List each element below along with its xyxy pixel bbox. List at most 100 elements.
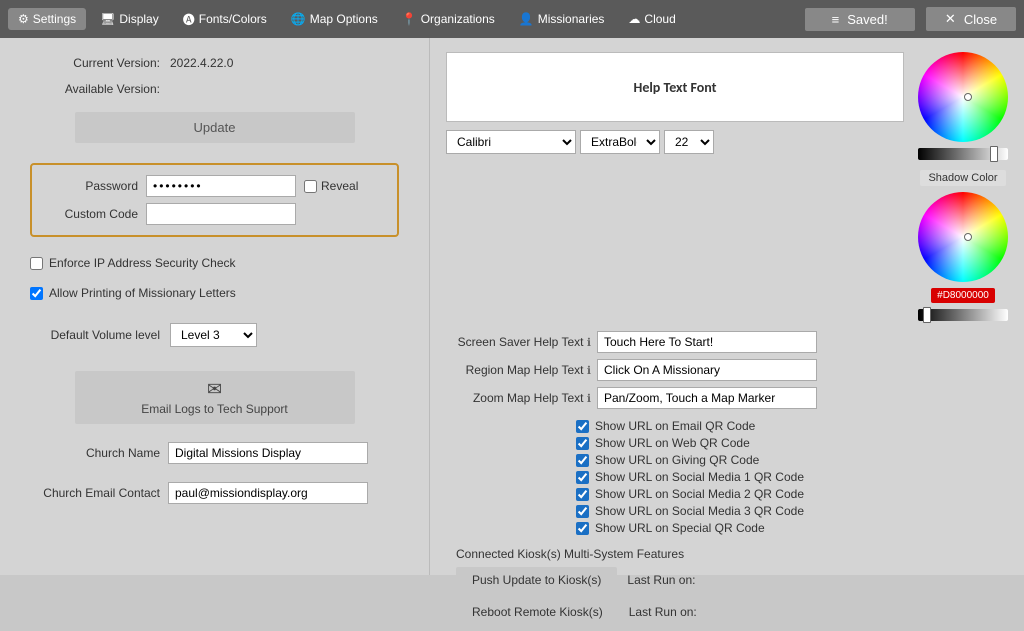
font-controls: Arial Calibri Times New Roman Verdana Re… — [446, 130, 904, 154]
qr-checkbox-3[interactable] — [576, 471, 589, 484]
update-button[interactable]: Update — [75, 112, 355, 143]
font-name-select[interactable]: Arial Calibri Times New Roman Verdana — [446, 130, 576, 154]
close-button[interactable]: ✕ Close — [926, 7, 1016, 31]
help-fields-section: Screen Saver Help Text ℹ Region Map Help… — [446, 331, 1008, 409]
current-version-label: Current Version: — [30, 56, 160, 70]
nav-settings[interactable]: ⚙ Settings — [8, 8, 86, 30]
zoom-map-info-icon: ℹ — [587, 393, 591, 405]
email-logs-button[interactable]: ✉ Email Logs to Tech Support — [75, 371, 355, 424]
screen-saver-label: Screen Saver Help Text ℹ — [446, 335, 591, 349]
reveal-checkbox[interactable] — [304, 180, 317, 193]
shadow-thumb — [923, 307, 931, 323]
push-last-run-label: Last Run on: — [627, 573, 695, 587]
password-input[interactable] — [146, 175, 296, 197]
hex-value-display: #D8000000 — [931, 288, 995, 303]
qr-checkbox-row-4: Show URL on Social Media 2 QR Code — [576, 487, 1008, 501]
right-panel: Help Text Font Arial Calibri Times New R… — [430, 38, 1024, 575]
help-text-section: Help Text Font Arial Calibri Times New R… — [446, 52, 1008, 321]
settings-icon: ⚙ — [18, 12, 29, 26]
fonts-icon: 🅐 — [183, 11, 195, 28]
allow-print-checkbox[interactable] — [30, 287, 43, 300]
left-panel: Current Version: 2022.4.22.0 Available V… — [0, 38, 430, 575]
email-icon: ✉ — [207, 379, 222, 400]
map-icon: 🌐 — [291, 12, 306, 26]
reboot-kiosk-button[interactable]: Reboot Remote Kiosk(s) — [456, 599, 619, 625]
close-icon: ✕ — [945, 11, 956, 27]
allow-print-row: Allow Printing of Missionary Letters — [30, 286, 399, 300]
enforce-ip-row: Enforce IP Address Security Check — [30, 256, 399, 270]
color-section: Shadow Color #D8000000 — [918, 52, 1008, 321]
help-text-preview: Help Text Font — [446, 52, 904, 122]
qr-checkbox-row-2: Show URL on Giving QR Code — [576, 453, 1008, 467]
saved-indicator: ≡ Saved! — [805, 8, 915, 31]
nav-organizations[interactable]: 📍 Organizations — [392, 8, 505, 30]
enforce-ip-label: Enforce IP Address Security Check — [49, 256, 236, 270]
nav-cloud[interactable]: ☁ Cloud — [618, 8, 685, 30]
color-wheel-dot — [964, 93, 972, 101]
church-email-row: Church Email Contact — [30, 482, 399, 504]
church-name-input[interactable] — [168, 442, 368, 464]
qr-checkbox-0[interactable] — [576, 420, 589, 433]
nav-map-options[interactable]: 🌐 Map Options — [281, 8, 388, 30]
volume-label: Default Volume level — [30, 328, 160, 342]
zoom-map-input[interactable] — [597, 387, 817, 409]
missionaries-icon: 👤 — [519, 12, 534, 26]
qr-checkbox-5[interactable] — [576, 505, 589, 518]
region-map-input[interactable] — [597, 359, 817, 381]
custom-code-label: Custom Code — [48, 207, 138, 221]
screen-saver-row: Screen Saver Help Text ℹ — [446, 331, 1008, 353]
shadow-brightness-slider[interactable] — [918, 309, 1008, 321]
push-update-row: Push Update to Kiosk(s) Last Run on: — [456, 567, 1008, 593]
available-version-label: Available Version: — [30, 82, 160, 96]
qr-checkbox-label-5: Show URL on Social Media 3 QR Code — [595, 504, 804, 518]
font-style-select[interactable]: Regular Bold ExtraBold Italic — [580, 130, 660, 154]
qr-checkboxes: Show URL on Email QR CodeShow URL on Web… — [576, 419, 1008, 535]
kiosk-title: Connected Kiosk(s) Multi-System Features — [456, 547, 1008, 561]
color-brightness-slider[interactable] — [918, 148, 1008, 160]
shadow-wheel-dot — [964, 233, 972, 241]
password-row: Password Reveal — [48, 175, 381, 197]
slider-thumb — [990, 146, 998, 162]
screen-saver-info-icon: ℹ — [587, 337, 591, 349]
push-update-button[interactable]: Push Update to Kiosk(s) — [456, 567, 617, 593]
save-lines-icon: ≡ — [832, 12, 840, 27]
font-size-select[interactable]: 16 18 20 22 24 — [664, 130, 714, 154]
topbar: ⚙ Settings 🖥 Display 🅐 Fonts/Colors 🌐 Ma… — [0, 0, 1024, 38]
color-wheel-primary[interactable] — [918, 52, 1008, 142]
enforce-ip-checkbox[interactable] — [30, 257, 43, 270]
qr-checkbox-label-4: Show URL on Social Media 2 QR Code — [595, 487, 804, 501]
qr-checkbox-1[interactable] — [576, 437, 589, 450]
church-name-label: Church Name — [30, 446, 160, 460]
qr-checkbox-row-0: Show URL on Email QR Code — [576, 419, 1008, 433]
region-map-row: Region Map Help Text ℹ — [446, 359, 1008, 381]
qr-checkbox-4[interactable] — [576, 488, 589, 501]
zoom-map-row: Zoom Map Help Text ℹ — [446, 387, 1008, 409]
nav-fonts-colors[interactable]: 🅐 Fonts/Colors — [173, 7, 277, 32]
password-box: Password Reveal Custom Code — [30, 163, 399, 237]
custom-code-input[interactable] — [146, 203, 296, 225]
church-email-label: Church Email Contact — [30, 486, 160, 500]
volume-select[interactable]: Level 1 Level 2 Level 3 Level 4 Level 5 — [170, 323, 257, 347]
church-name-row: Church Name — [30, 442, 399, 464]
color-wheel-shadow[interactable] — [918, 192, 1008, 282]
church-email-input[interactable] — [168, 482, 368, 504]
available-version-row: Available Version: — [30, 82, 399, 96]
screen-saver-input[interactable] — [597, 331, 817, 353]
nav-missionaries[interactable]: 👤 Missionaries — [509, 8, 615, 30]
region-map-label: Region Map Help Text ℹ — [446, 363, 591, 377]
display-icon: 🖥 — [100, 12, 115, 26]
custom-code-row: Custom Code — [48, 203, 381, 225]
qr-checkbox-6[interactable] — [576, 522, 589, 535]
reveal-row: Reveal — [304, 179, 358, 193]
reboot-last-run-label: Last Run on: — [629, 605, 697, 619]
reboot-kiosk-row: Reboot Remote Kiosk(s) Last Run on: — [456, 599, 1008, 625]
qr-checkbox-row-6: Show URL on Special QR Code — [576, 521, 1008, 535]
nav-display[interactable]: 🖥 Display — [90, 8, 169, 30]
qr-checkbox-2[interactable] — [576, 454, 589, 467]
password-label: Password — [48, 179, 138, 193]
main-content: Current Version: 2022.4.22.0 Available V… — [0, 38, 1024, 575]
zoom-map-label: Zoom Map Help Text ℹ — [446, 391, 591, 405]
qr-checkbox-label-3: Show URL on Social Media 1 QR Code — [595, 470, 804, 484]
current-version-row: Current Version: 2022.4.22.0 — [30, 56, 399, 70]
kiosk-section: Connected Kiosk(s) Multi-System Features… — [446, 547, 1008, 631]
